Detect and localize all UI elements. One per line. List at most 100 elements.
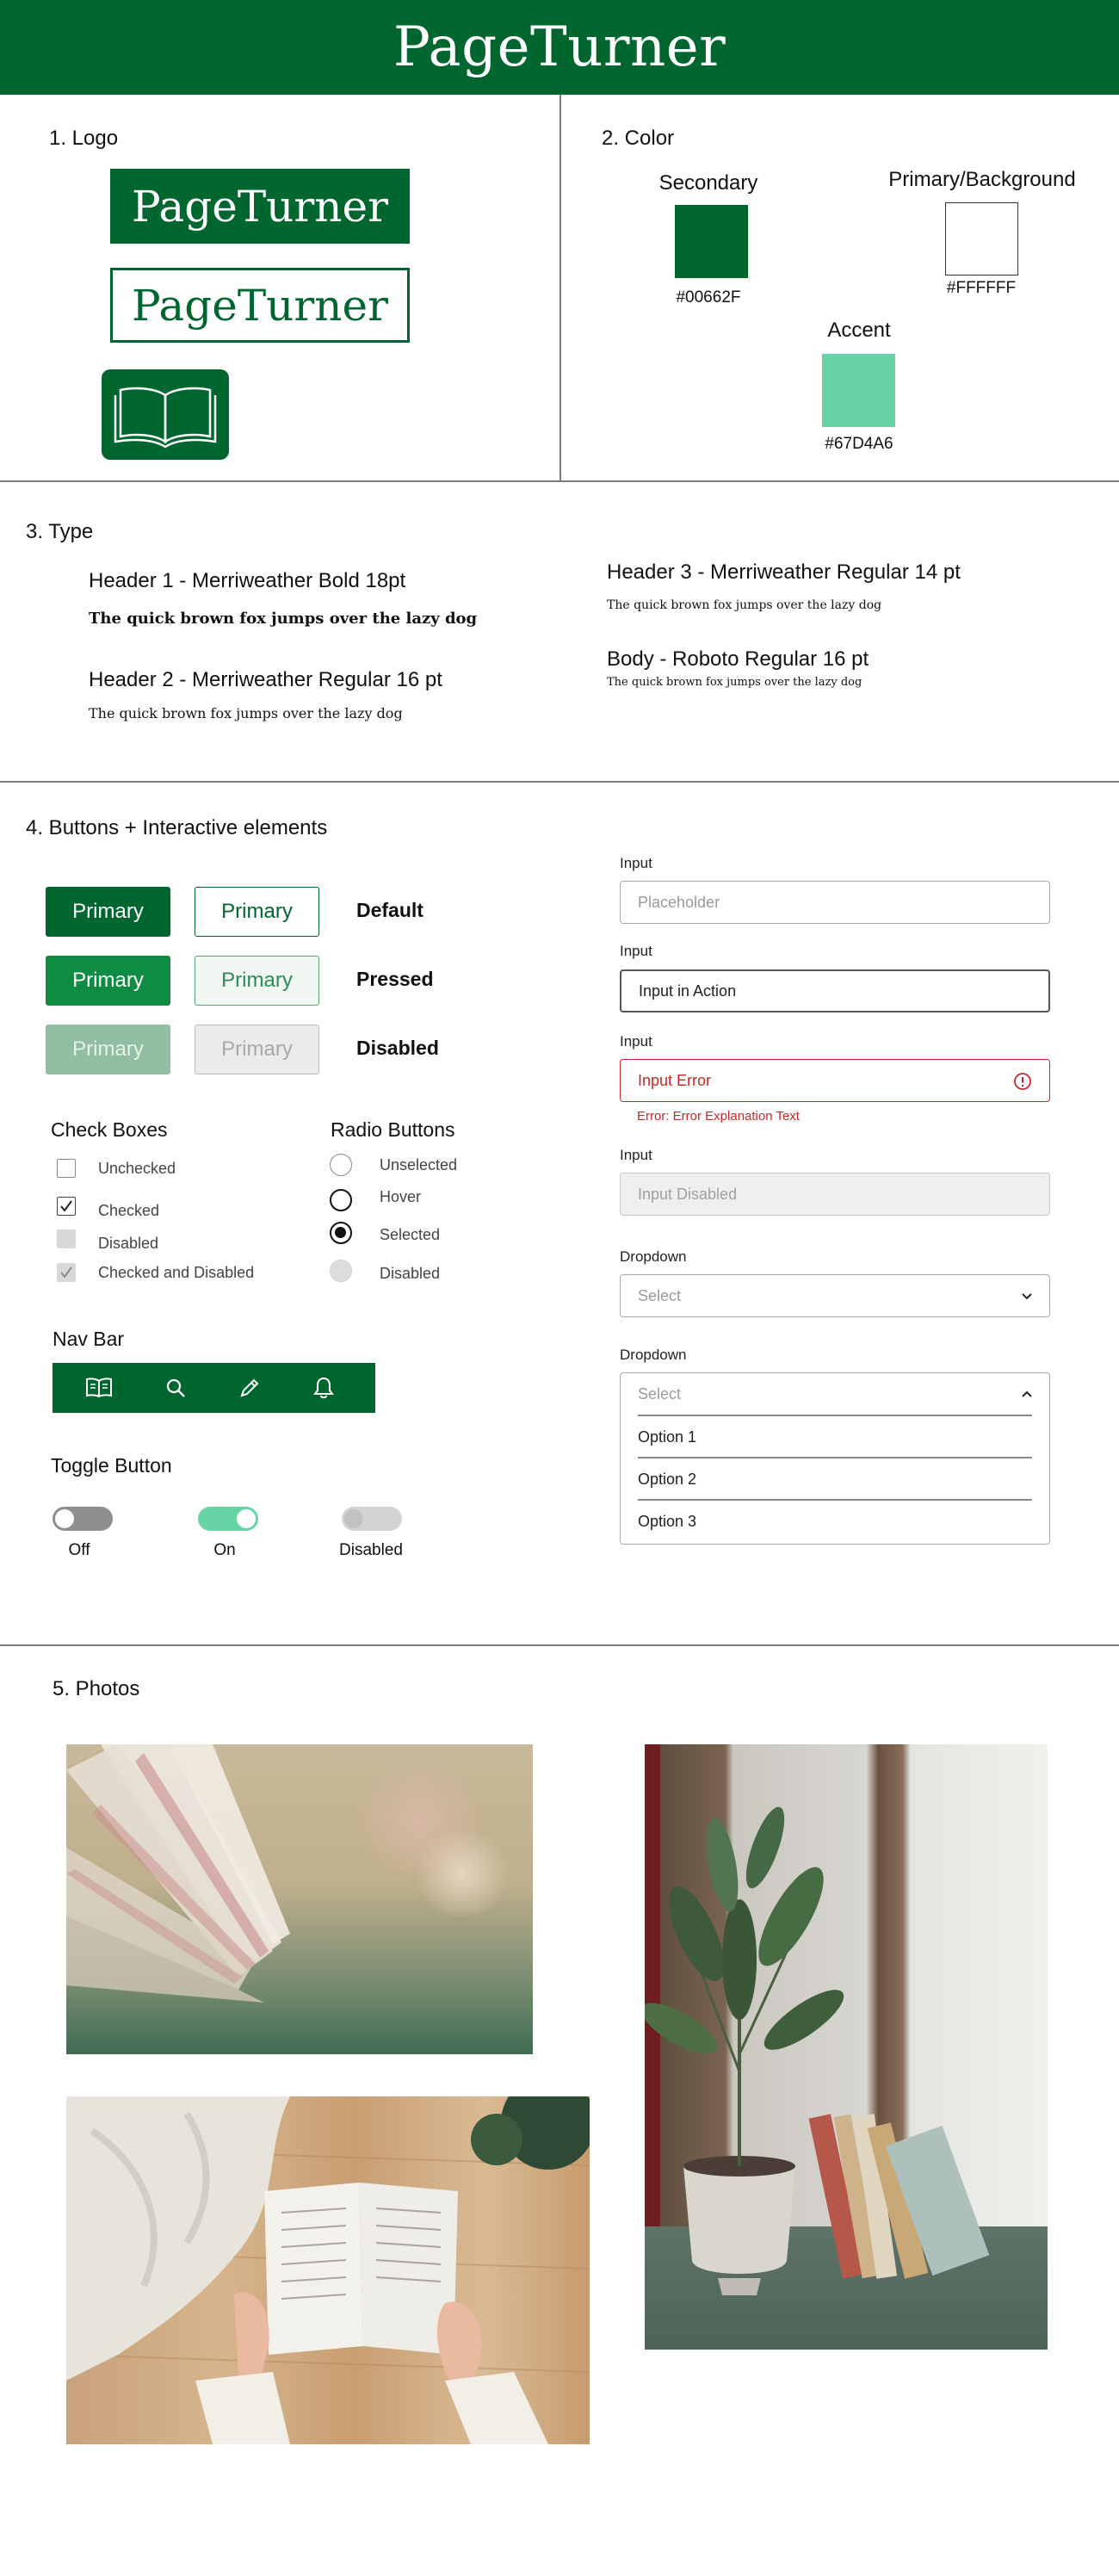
dropdown-divider — [638, 1457, 1032, 1458]
dropdown-option[interactable]: Option 2 — [638, 1471, 696, 1489]
toggle-off[interactable] — [53, 1507, 113, 1531]
photo-open-book — [66, 1744, 533, 2054]
dropdown-value: Select — [638, 1385, 682, 1403]
radio-hover[interactable] — [330, 1189, 352, 1211]
dropdown-divider — [638, 1499, 1032, 1501]
input-disabled[interactable]: Input Disabled — [620, 1173, 1050, 1216]
app-header: PageTurner — [0, 0, 1119, 95]
checkbox-checked-disabled[interactable] — [57, 1263, 76, 1282]
logo-outline: PageTurner — [110, 268, 410, 343]
navbar-title: Nav Bar — [53, 1328, 125, 1350]
swatch-secondary — [675, 205, 748, 278]
primary-button-default[interactable]: Primary — [46, 887, 170, 937]
open-book-icon — [114, 387, 217, 449]
input-label: Input — [620, 1033, 652, 1050]
logo-solid: PageTurner — [110, 169, 410, 244]
section-divider — [0, 1644, 1119, 1646]
logo-wordmark: PageTurner — [132, 280, 388, 331]
checkbox-label: Checked — [98, 1202, 160, 1219]
type-body-sample: The quick brown fox jumps over the lazy … — [607, 676, 862, 689]
chevron-up-icon[interactable] — [1020, 1387, 1034, 1401]
type-h1-label: Header 1 - Merriweather Bold 18pt — [89, 569, 406, 592]
type-h1-sample: The quick brown fox jumps over the lazy … — [89, 610, 478, 628]
input-in-action[interactable]: Input in Action — [620, 969, 1050, 1012]
type-body-label: Body - Roboto Regular 16 pt — [607, 647, 869, 671]
dropdown-value: Select — [638, 1286, 682, 1304]
toggle-label: Off — [68, 1541, 90, 1559]
checkbox-label: Unchecked — [98, 1160, 176, 1177]
section-divider — [0, 480, 1119, 482]
secondary-button-default[interactable]: Primary — [195, 887, 319, 937]
input-label: Input — [620, 943, 652, 959]
check-icon — [60, 1266, 72, 1279]
secondary-button-pressed[interactable]: Primary — [195, 956, 319, 1006]
toggle-on[interactable] — [198, 1507, 258, 1531]
state-label-disabled: Disabled — [356, 1037, 439, 1059]
section-title-color: 2. Color — [602, 127, 675, 150]
toggle-title: Toggle Button — [51, 1454, 172, 1477]
secondary-button-disabled[interactable]: Primary — [195, 1025, 319, 1074]
dropdown-closed[interactable]: Select — [620, 1274, 1050, 1317]
photo-reading-table — [66, 2096, 590, 2444]
radio-disabled[interactable] — [330, 1260, 352, 1282]
type-h3-sample: The quick brown fox jumps over the lazy … — [607, 598, 882, 612]
hex-secondary: #00662F — [676, 288, 741, 307]
section-title-logo: 1. Logo — [49, 127, 119, 150]
dropdown-option[interactable]: Option 3 — [638, 1513, 696, 1531]
dropdown-label: Dropdown — [620, 1248, 687, 1265]
book-icon[interactable] — [84, 1377, 114, 1399]
hex-accent: #67D4A6 — [825, 435, 893, 453]
swatch-accent — [822, 354, 895, 427]
section-title-buttons: 4. Buttons + Interactive elements — [26, 816, 328, 839]
radio-label: Hover — [380, 1188, 422, 1205]
swatch-label-primary: Primary/Background — [888, 168, 1076, 191]
input-label: Input — [620, 855, 652, 871]
checkbox-disabled[interactable] — [57, 1229, 76, 1248]
input-value: Input Error — [638, 1071, 712, 1089]
toggle-label: Disabled — [339, 1541, 403, 1559]
check-icon — [60, 1200, 72, 1212]
input-placeholder-text: Placeholder — [638, 893, 720, 911]
radio-unselected[interactable] — [330, 1154, 352, 1176]
bell-icon[interactable] — [312, 1376, 335, 1400]
checkbox-checked[interactable] — [57, 1197, 76, 1216]
hex-primary: #FFFFFF — [946, 279, 1017, 297]
checkboxes-title: Check Boxes — [51, 1118, 168, 1141]
primary-button-disabled[interactable]: Primary — [46, 1025, 170, 1074]
nav-bar — [53, 1363, 375, 1413]
chevron-down-icon — [1022, 1293, 1032, 1300]
toggle-label: On — [213, 1541, 236, 1559]
input-placeholder[interactable]: Placeholder — [620, 881, 1050, 924]
checkbox-label: Checked and Disabled — [98, 1264, 255, 1281]
logo-wordmark: PageTurner — [132, 181, 388, 232]
radio-selected[interactable] — [330, 1222, 352, 1244]
section-title-type: 3. Type — [26, 520, 94, 543]
dropdown-divider — [638, 1415, 1032, 1416]
state-label-pressed: Pressed — [356, 968, 434, 990]
logo-icon — [102, 369, 229, 460]
swatch-label-accent: Accent — [827, 319, 891, 342]
section-divider — [0, 781, 1119, 783]
input-value: Input in Action — [639, 981, 737, 1000]
type-h2-sample: The quick brown fox jumps over the lazy … — [89, 705, 403, 721]
search-icon[interactable] — [164, 1377, 187, 1399]
section-divider — [560, 95, 561, 480]
checkbox-unchecked[interactable] — [57, 1159, 76, 1178]
input-error[interactable]: Input Error — [620, 1059, 1050, 1102]
dropdown-label: Dropdown — [620, 1347, 687, 1363]
dropdown-option[interactable]: Option 1 — [638, 1428, 696, 1446]
state-label-default: Default — [356, 899, 423, 921]
primary-button-pressed[interactable]: Primary — [46, 956, 170, 1006]
error-icon — [1014, 1073, 1031, 1090]
type-h3-label: Header 3 - Merriweather Regular 14 pt — [607, 560, 961, 584]
radio-label: Disabled — [380, 1265, 441, 1282]
pencil-icon[interactable] — [238, 1377, 261, 1399]
radios-title: Radio Buttons — [331, 1118, 455, 1141]
radio-label: Unselected — [380, 1156, 458, 1173]
dropdown-open[interactable]: Select Option 1 Option 2 Option 3 — [620, 1372, 1050, 1545]
checkbox-label: Disabled — [98, 1235, 159, 1252]
input-error-text: Error: Error Explanation Text — [637, 1109, 800, 1124]
toggle-disabled[interactable] — [342, 1507, 402, 1531]
photo-plant-books — [645, 1744, 1048, 2350]
type-h2-label: Header 2 - Merriweather Regular 16 pt — [89, 668, 442, 691]
